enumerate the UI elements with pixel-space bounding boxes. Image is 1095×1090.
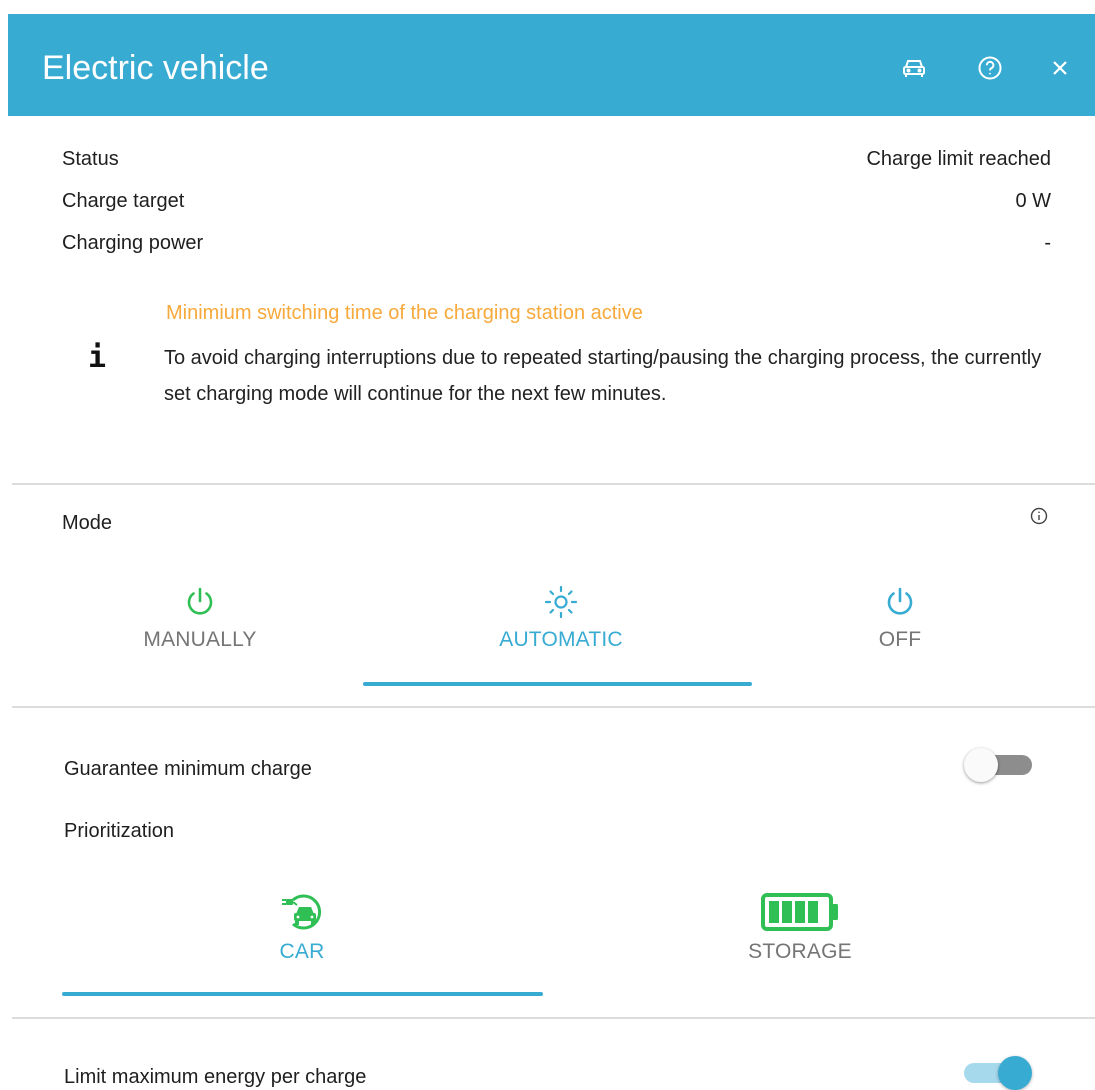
dialog-title: Electric vehicle: [42, 49, 269, 87]
help-circle-icon[interactable]: [974, 52, 1006, 84]
mode-tab-label: AUTOMATIC: [499, 628, 623, 651]
priority-tab-label: CAR: [279, 940, 325, 963]
car-charging-icon: [282, 894, 322, 930]
status-value: Charge limit reached: [866, 148, 1051, 170]
mode-tab-off[interactable]: OFF: [800, 584, 1000, 652]
charge-target-row: Charge target 0 W: [62, 189, 1051, 213]
priority-tab-label: STORAGE: [748, 940, 852, 963]
guarantee-toggle[interactable]: [964, 748, 1034, 782]
car-icon[interactable]: [898, 52, 930, 84]
mode-info-icon[interactable]: [1030, 507, 1048, 530]
divider: [12, 1017, 1095, 1019]
power-icon: [187, 587, 213, 615]
mode-label: Mode: [62, 512, 113, 534]
close-icon[interactable]: [1044, 52, 1076, 84]
notice-title: Minimium switching time of the charging …: [166, 302, 643, 324]
priority-tab-indicator: [62, 992, 543, 996]
charging-power-row: Charging power -: [62, 231, 1051, 255]
mode-tab-manually[interactable]: MANUALLY: [100, 584, 300, 652]
guarantee-label: Guarantee minimum charge: [64, 758, 312, 780]
charge-target-value: 0 W: [1015, 190, 1051, 212]
dialog-header: Electric vehicle: [8, 14, 1095, 116]
divider: [12, 483, 1095, 485]
charge-target-label: Charge target: [62, 190, 185, 212]
mode-tab-automatic[interactable]: AUTOMATIC: [461, 584, 661, 652]
divider: [12, 706, 1095, 708]
power-icon: [887, 587, 913, 615]
priority-tab-car[interactable]: CAR: [202, 892, 402, 964]
mode-tab-label: MANUALLY: [143, 628, 257, 651]
limit-toggle[interactable]: [964, 1056, 1034, 1090]
info-icon: i: [88, 340, 107, 375]
mode-tab-indicator: [363, 682, 752, 686]
priority-tab-storage[interactable]: STORAGE: [700, 892, 900, 964]
prioritization-label: Prioritization: [64, 820, 175, 842]
status-row: Status Charge limit reached: [62, 147, 1051, 171]
battery-icon: [761, 893, 838, 931]
sun-icon: [544, 585, 578, 619]
notice-text: To avoid charging interruptions due to r…: [164, 347, 1042, 405]
status-label: Status: [62, 148, 119, 170]
limit-label: Limit maximum energy per charge: [64, 1066, 367, 1088]
mode-tab-label: OFF: [878, 628, 922, 651]
charging-power-label: Charging power: [62, 232, 204, 254]
charging-power-value: -: [1044, 232, 1051, 254]
